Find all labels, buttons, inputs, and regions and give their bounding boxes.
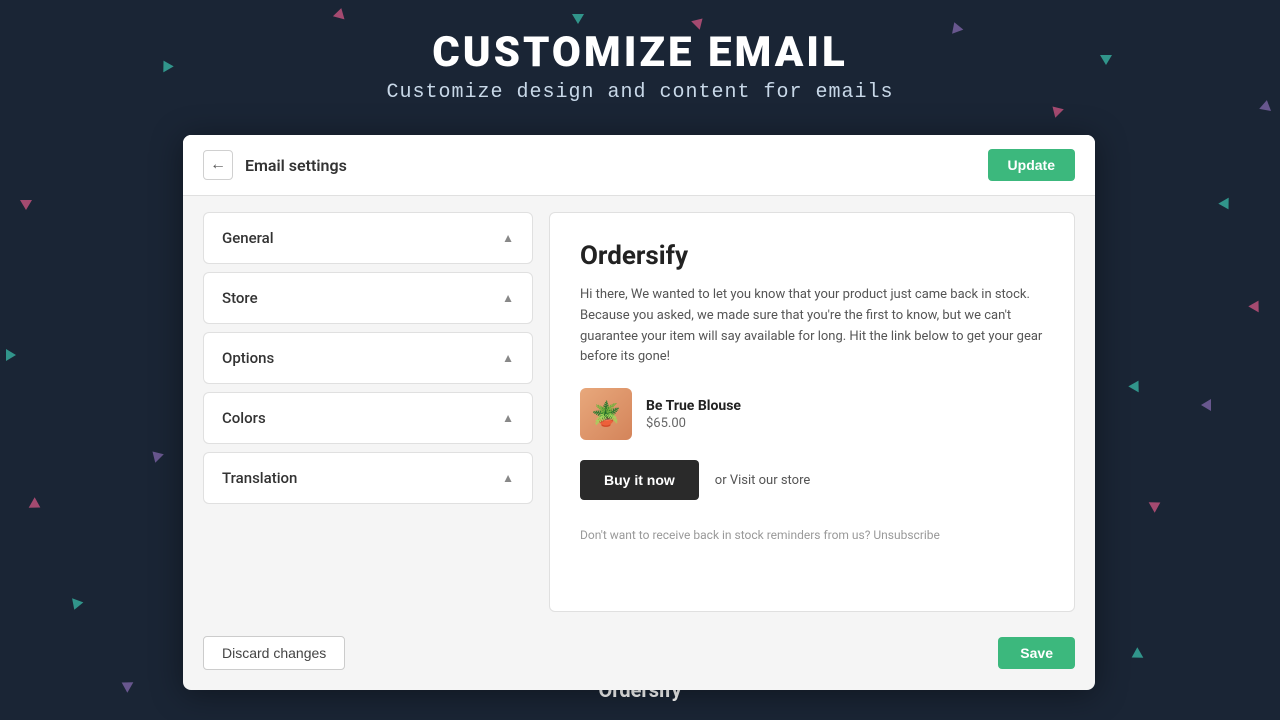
modal-header: ← Email settings Update (183, 135, 1095, 196)
product-card: 🪴 Be True Blouse $65.00 (580, 388, 1044, 440)
sidebar-item-options[interactable]: Options ▲ (203, 332, 533, 384)
sidebar-item-colors[interactable]: Colors ▲ (203, 392, 533, 444)
deco-tri (1248, 298, 1263, 313)
deco-tri (6, 349, 16, 361)
sidebar-item-translation[interactable]: Translation ▲ (203, 452, 533, 504)
chevron-up-icon: ▲ (502, 291, 514, 305)
deco-tri (29, 497, 44, 512)
sidebar-item-general[interactable]: General ▲ (203, 212, 533, 264)
chevron-up-icon: ▲ (502, 411, 514, 425)
chevron-up-icon: ▲ (502, 351, 514, 365)
modal-title: Email settings (245, 156, 347, 175)
email-preview: Ordersify Hi there, We wanted to let you… (549, 212, 1075, 612)
page-header: CUSTOMIZE EMAIL Customize design and con… (0, 0, 1280, 120)
sidebar-item-label-general: General (222, 229, 274, 247)
back-button[interactable]: ← (203, 150, 233, 180)
preview-body: Hi there, We wanted to let you know that… (580, 285, 1044, 368)
deco-tri (148, 447, 164, 463)
unsubscribe-text: Don't want to receive back in stock remi… (580, 528, 1044, 542)
preview-brand: Ordersify (580, 241, 1044, 271)
sidebar-item-label-translation: Translation (222, 469, 297, 487)
chevron-up-icon: ▲ (502, 471, 514, 485)
save-button[interactable]: Save (998, 637, 1075, 669)
deco-tri (1128, 378, 1143, 393)
settings-sidebar: General ▲ Store ▲ Options ▲ Colors ▲ Tra… (203, 212, 533, 612)
sidebar-item-label-options: Options (222, 349, 274, 367)
email-settings-modal: ← Email settings Update General ▲ Store … (183, 135, 1095, 690)
deco-tri (1149, 497, 1164, 512)
cta-row: Buy it now or Visit our store (580, 460, 1044, 500)
page-subtitle: Customize design and content for emails (0, 81, 1280, 104)
product-info: Be True Blouse $65.00 (646, 398, 741, 431)
deco-tri (20, 200, 32, 210)
deco-tri (69, 598, 84, 612)
discard-button[interactable]: Discard changes (203, 636, 345, 670)
modal-body: General ▲ Store ▲ Options ▲ Colors ▲ Tra… (183, 196, 1095, 628)
buy-button[interactable]: Buy it now (580, 460, 699, 500)
visit-store-link: or Visit our store (715, 473, 810, 488)
deco-tri (1201, 399, 1211, 411)
product-name: Be True Blouse (646, 398, 741, 414)
modal-footer: Discard changes Save (183, 636, 1095, 670)
page-title: CUSTOMIZE EMAIL (0, 28, 1280, 77)
product-image: 🪴 (580, 388, 632, 440)
modal-header-left: ← Email settings (203, 150, 347, 180)
deco-tri (1129, 647, 1144, 662)
sidebar-item-label-store: Store (222, 289, 258, 307)
deco-tri (1218, 198, 1233, 213)
update-button[interactable]: Update (988, 149, 1075, 181)
product-price: $65.00 (646, 416, 741, 431)
sidebar-item-label-colors: Colors (222, 409, 266, 427)
chevron-up-icon: ▲ (502, 231, 514, 245)
sidebar-item-store[interactable]: Store ▲ (203, 272, 533, 324)
